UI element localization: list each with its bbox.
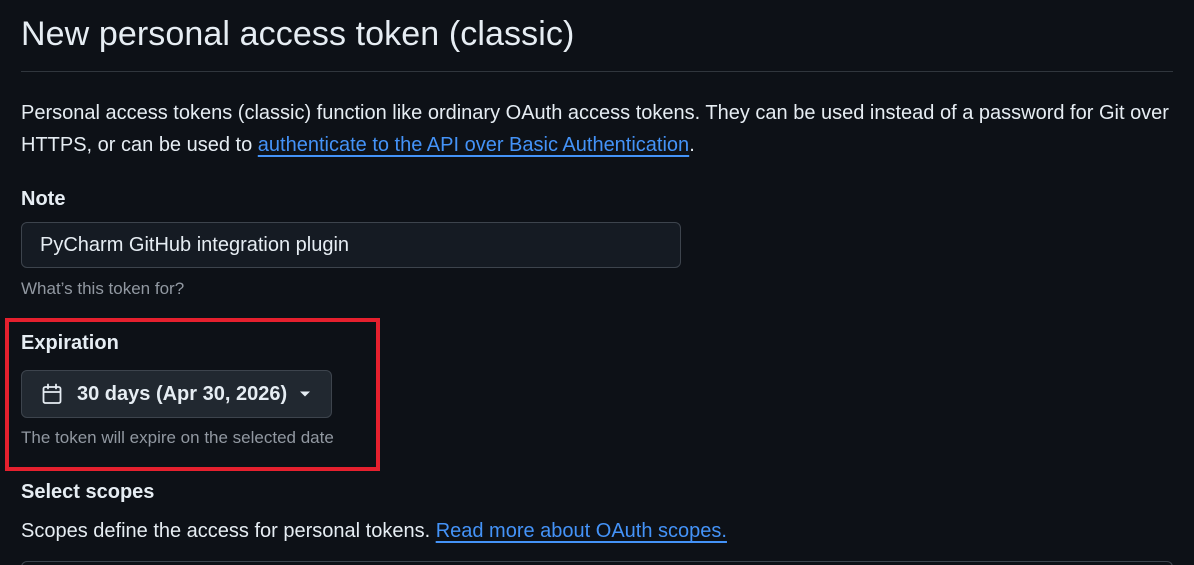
- basic-auth-link[interactable]: authenticate to the API over Basic Authe…: [258, 134, 689, 156]
- intro-text-end: .: [689, 134, 695, 156]
- calendar-icon: [40, 382, 64, 406]
- note-input[interactable]: [21, 222, 681, 268]
- expiration-hint: The token will expire on the selected da…: [21, 428, 334, 447]
- expiration-dropdown-button[interactable]: 30 days (Apr 30, 2026): [21, 370, 332, 418]
- intro-paragraph: Personal access tokens (classic) functio…: [21, 97, 1171, 161]
- note-hint: What’s this token for?: [21, 279, 185, 298]
- triangle-down-icon: [299, 390, 311, 398]
- scopes-table-top: [21, 561, 1173, 565]
- scopes-text: Scopes define the access for personal to…: [21, 520, 436, 542]
- page-title: New personal access token (classic): [21, 15, 575, 53]
- token-settings-page: New personal access token (classic) Pers…: [0, 0, 1194, 565]
- note-label: Note: [21, 188, 66, 210]
- expiration-label: Expiration: [21, 332, 119, 354]
- title-divider: [21, 71, 1173, 72]
- scopes-label: Select scopes: [21, 481, 155, 503]
- oauth-scopes-link[interactable]: Read more about OAuth scopes.: [436, 520, 727, 542]
- scopes-description: Scopes define the access for personal to…: [21, 516, 727, 546]
- expiration-selected-value: 30 days (Apr 30, 2026): [77, 382, 288, 405]
